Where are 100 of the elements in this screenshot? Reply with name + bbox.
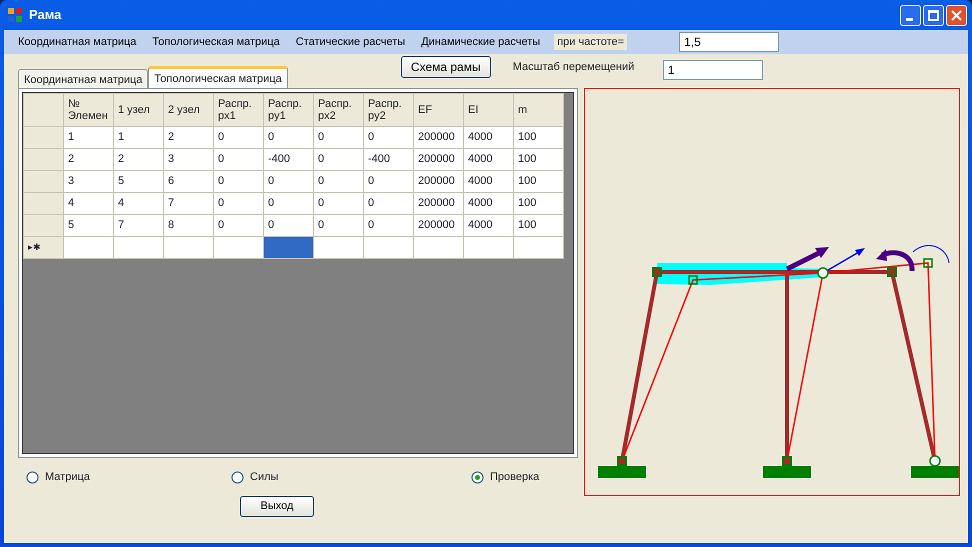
table-cell[interactable] xyxy=(64,236,114,258)
table-cell[interactable] xyxy=(114,236,164,258)
row-header[interactable] xyxy=(24,126,64,148)
table-cell: 2 xyxy=(64,148,114,170)
table-cell: 0 xyxy=(314,126,364,148)
table-cell: 4000 xyxy=(464,126,514,148)
table-cell: 3 xyxy=(64,170,114,192)
table-cell[interactable] xyxy=(464,236,514,258)
column-header[interactable]: 1 узел xyxy=(114,94,164,126)
column-header[interactable]: № Элемен xyxy=(64,94,114,126)
column-header[interactable]: Распр. py1 xyxy=(264,94,314,126)
table-cell: 0 xyxy=(214,214,264,236)
table-cell: -400 xyxy=(264,148,314,170)
column-header[interactable]: EF xyxy=(414,94,464,126)
table-cell: 0 xyxy=(214,148,264,170)
table-cell: 100 xyxy=(514,170,564,192)
table-cell: 0 xyxy=(214,126,264,148)
column-header[interactable]: m xyxy=(514,94,564,126)
column-header[interactable]: Распр. px2 xyxy=(314,94,364,126)
table-cell: 7 xyxy=(164,192,214,214)
table-cell: 4000 xyxy=(464,192,514,214)
radio-button[interactable] xyxy=(471,470,484,484)
table-cell: 100 xyxy=(514,148,564,170)
table-cell: 0 xyxy=(314,170,364,192)
table-cell: 200000 xyxy=(414,214,464,236)
column-header[interactable]: Распр. py2 xyxy=(364,94,414,126)
row-header[interactable] xyxy=(24,192,64,214)
frequency-label: при частоте= xyxy=(554,34,628,50)
radio-button[interactable] xyxy=(231,470,244,484)
table-cell: 200000 xyxy=(414,192,464,214)
minimize-icon xyxy=(906,18,912,20)
table-cell: 0 xyxy=(364,192,414,214)
table-cell: 5 xyxy=(64,214,114,236)
table-cell: 4 xyxy=(114,192,164,214)
table-cell: 1 xyxy=(114,126,164,148)
table-cell: 200000 xyxy=(414,170,464,192)
table-cell: 200000 xyxy=(414,148,464,170)
column-header[interactable]: 2 узел xyxy=(164,94,214,126)
table-cell: 1 xyxy=(64,126,114,148)
table-cell: 0 xyxy=(364,214,414,236)
table-cell: 8 xyxy=(164,214,214,236)
table-cell: 0 xyxy=(314,192,364,214)
table-cell: 100 xyxy=(514,192,564,214)
table-cell: 4 xyxy=(64,192,114,214)
table-cell: 2 xyxy=(164,126,214,148)
table-cell: 3 xyxy=(164,148,214,170)
tab[interactable]: Топологическая матрица xyxy=(148,66,288,88)
table-cell[interactable] xyxy=(514,236,564,258)
table-cell: 200000 xyxy=(414,126,464,148)
radio-label[interactable]: Матрица xyxy=(45,468,90,486)
close-button[interactable] xyxy=(946,4,967,26)
table-cell: 0 xyxy=(264,170,314,192)
window-title: Рама xyxy=(29,6,62,24)
row-header[interactable] xyxy=(24,148,64,170)
table-cell: 0 xyxy=(264,126,314,148)
table-cell: 100 xyxy=(514,214,564,236)
column-header[interactable]: Распр. px1 xyxy=(214,94,264,126)
table-cell[interactable] xyxy=(364,236,414,258)
table-cell: 0 xyxy=(264,192,314,214)
radio-button[interactable] xyxy=(26,470,39,484)
row-header[interactable]: ▸✱ xyxy=(24,236,64,258)
scale-field[interactable]: 1 xyxy=(662,60,763,80)
table-cell: 0 xyxy=(364,126,414,148)
row-header[interactable] xyxy=(24,170,64,192)
table-cell: 5 xyxy=(114,170,164,192)
table-cell: 100 xyxy=(514,126,564,148)
table-cell[interactable] xyxy=(264,236,314,258)
table-cell: 0 xyxy=(314,214,364,236)
table-cell[interactable] xyxy=(414,236,464,258)
table-cell[interactable] xyxy=(314,236,364,258)
maximize-button[interactable] xyxy=(923,4,944,26)
scale-label: Масштаб перемещений xyxy=(512,60,636,74)
radio-label[interactable]: Проверка xyxy=(490,468,540,486)
table-cell: 0 xyxy=(214,170,264,192)
table-cell: 0 xyxy=(314,148,364,170)
table-cell: 2 xyxy=(114,148,164,170)
app-icon xyxy=(7,7,23,23)
table-cell: 7 xyxy=(114,214,164,236)
table-cell: 0 xyxy=(364,170,414,192)
table-cell: -400 xyxy=(364,148,414,170)
table-cell: 0 xyxy=(214,192,264,214)
row-header[interactable] xyxy=(24,214,64,236)
table-cell: 4000 xyxy=(464,214,514,236)
menu-item[interactable]: Динамические расчеты xyxy=(413,34,548,50)
tab[interactable]: Координатная матрица xyxy=(18,69,148,88)
radio-label[interactable]: Силы xyxy=(250,468,278,486)
frequency-field[interactable]: 1,5 xyxy=(679,32,780,52)
close-icon xyxy=(951,10,962,20)
menu-item[interactable]: Координатная матрица xyxy=(10,34,144,50)
table-cell: 6 xyxy=(164,170,214,192)
scheme-button[interactable]: Схема рамы xyxy=(400,56,491,78)
column-header[interactable]: EI xyxy=(464,94,514,126)
menu-item[interactable]: Топологическая матрица xyxy=(144,34,288,50)
menu-item[interactable]: Статические расчеты xyxy=(288,34,414,50)
table-cell[interactable] xyxy=(164,236,214,258)
exit-button[interactable]: Выход xyxy=(240,496,314,517)
table-cell: 4000 xyxy=(464,170,514,192)
maximize-icon xyxy=(928,10,939,20)
table-cell: 4000 xyxy=(464,148,514,170)
minimize-button[interactable] xyxy=(900,4,921,26)
